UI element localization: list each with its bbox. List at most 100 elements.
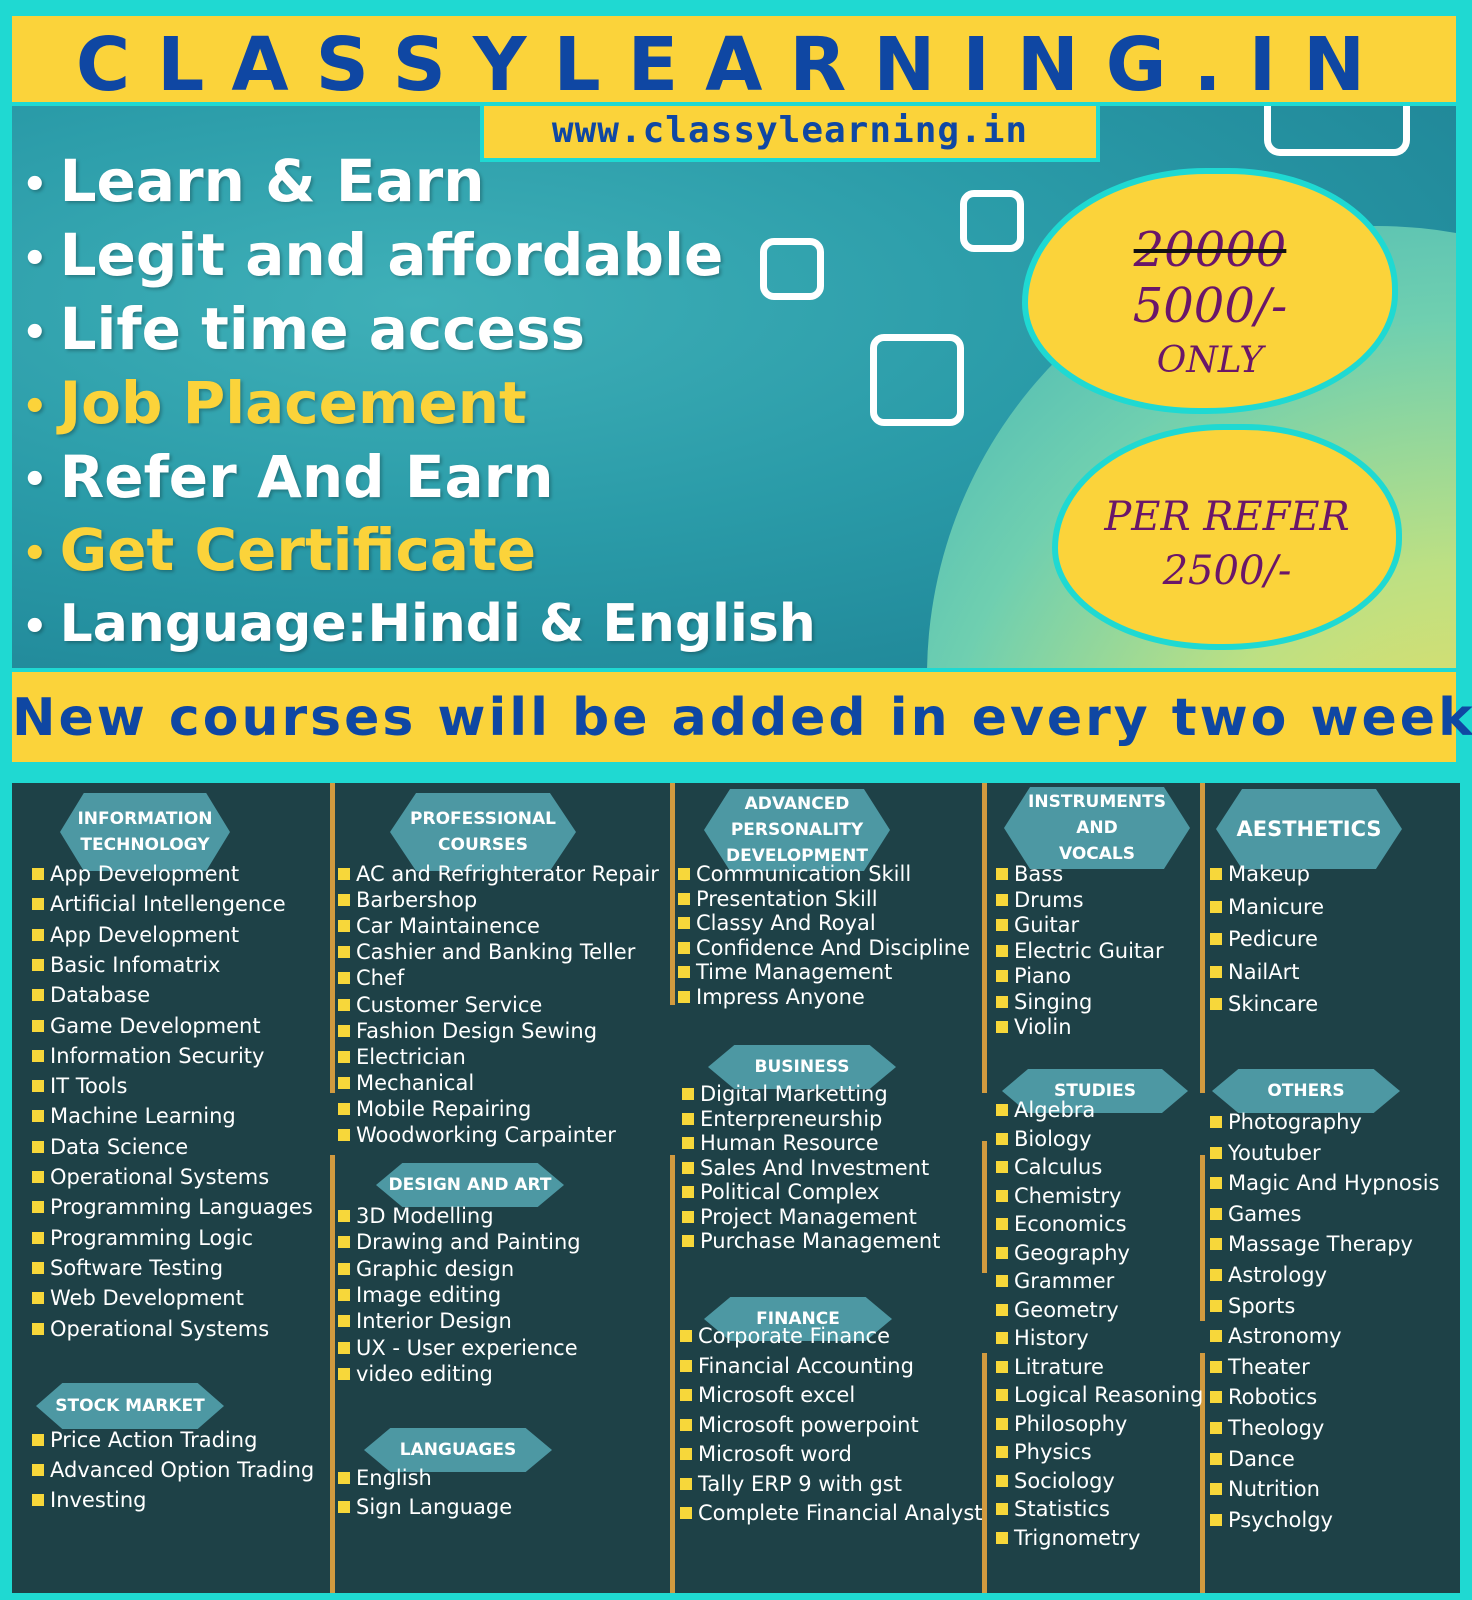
course-item[interactable]: Tally ERP 9 with gst bbox=[680, 1471, 902, 1497]
course-item[interactable]: Confidence And Discipline bbox=[678, 935, 970, 961]
course-item[interactable]: Robotics bbox=[1210, 1384, 1317, 1410]
website-link[interactable]: www.classylearning.in bbox=[552, 110, 1028, 151]
course-item[interactable]: Data Science bbox=[32, 1134, 188, 1160]
course-item[interactable]: Communication Skill bbox=[678, 861, 911, 887]
course-item[interactable]: Price Action Trading bbox=[32, 1427, 257, 1453]
course-item[interactable]: Algebra bbox=[996, 1097, 1095, 1123]
course-item[interactable]: Sign Language bbox=[338, 1494, 512, 1520]
course-item[interactable]: Web Development bbox=[32, 1285, 244, 1311]
course-item[interactable]: Time Management bbox=[678, 959, 892, 985]
course-item[interactable]: Mechanical bbox=[338, 1070, 474, 1096]
course-item[interactable]: App Development bbox=[32, 922, 239, 948]
course-item[interactable]: Advanced Option Trading bbox=[32, 1457, 314, 1483]
course-item[interactable]: Massage Therapy bbox=[1210, 1231, 1413, 1257]
course-item[interactable]: Economics bbox=[996, 1211, 1127, 1237]
course-item[interactable]: Theater bbox=[1210, 1354, 1310, 1380]
course-item[interactable]: Physics bbox=[996, 1439, 1092, 1465]
course-item[interactable]: Sales And Investment bbox=[682, 1155, 929, 1181]
course-item[interactable]: Project Management bbox=[682, 1204, 917, 1230]
course-item[interactable]: Dance bbox=[1210, 1446, 1295, 1472]
course-item[interactable]: Drawing and Painting bbox=[338, 1229, 581, 1255]
course-item[interactable]: Investing bbox=[32, 1487, 147, 1513]
course-item[interactable]: App Development bbox=[32, 861, 239, 887]
course-item[interactable]: Car Maintainence bbox=[338, 913, 540, 939]
course-item[interactable]: Youtuber bbox=[1210, 1140, 1321, 1166]
course-item[interactable]: Nutrition bbox=[1210, 1476, 1320, 1502]
course-item[interactable]: Electrician bbox=[338, 1044, 466, 1070]
course-item[interactable]: Machine Learning bbox=[32, 1103, 236, 1129]
course-item[interactable]: Astronomy bbox=[1210, 1323, 1342, 1349]
course-item[interactable]: Biology bbox=[996, 1126, 1092, 1152]
course-item[interactable]: Chef bbox=[338, 965, 404, 991]
course-item[interactable]: Microsoft excel bbox=[680, 1382, 855, 1408]
course-item[interactable]: Operational Systems bbox=[32, 1316, 269, 1342]
course-item[interactable]: Makeup bbox=[1210, 861, 1310, 887]
course-item[interactable]: Microsoft powerpoint bbox=[680, 1412, 919, 1438]
course-item[interactable]: Programming Logic bbox=[32, 1225, 253, 1251]
course-item[interactable]: Magic And Hypnosis bbox=[1210, 1170, 1439, 1196]
course-item[interactable]: Image editing bbox=[338, 1282, 501, 1308]
course-item[interactable]: video editing bbox=[338, 1361, 493, 1387]
course-item[interactable]: Skincare bbox=[1210, 991, 1318, 1017]
course-item[interactable]: Geography bbox=[996, 1240, 1130, 1266]
course-item[interactable]: Statistics bbox=[996, 1496, 1110, 1522]
course-item[interactable]: Microsoft word bbox=[680, 1441, 852, 1467]
course-item[interactable]: Political Complex bbox=[682, 1179, 880, 1205]
course-item[interactable]: Logical Reasoning bbox=[996, 1382, 1203, 1408]
course-item[interactable]: NailArt bbox=[1210, 959, 1299, 985]
course-item[interactable]: Drums bbox=[996, 887, 1084, 913]
course-item[interactable]: Classy And Royal bbox=[678, 910, 876, 936]
course-item[interactable]: Corporate Finance bbox=[680, 1323, 890, 1349]
course-item[interactable]: Photography bbox=[1210, 1109, 1362, 1135]
course-item[interactable]: Trignometry bbox=[996, 1525, 1140, 1551]
course-item[interactable]: Impress Anyone bbox=[678, 984, 865, 1010]
course-item[interactable]: Sociology bbox=[996, 1468, 1115, 1494]
course-item[interactable]: UX - User experience bbox=[338, 1335, 578, 1361]
course-item[interactable]: Electric Guitar bbox=[996, 938, 1164, 964]
course-item[interactable]: Database bbox=[32, 982, 150, 1008]
course-item[interactable]: IT Tools bbox=[32, 1073, 127, 1099]
course-item[interactable]: Software Testing bbox=[32, 1255, 223, 1281]
course-item[interactable]: Bass bbox=[996, 861, 1063, 887]
course-item[interactable]: Fashion Design Sewing bbox=[338, 1018, 597, 1044]
course-item[interactable]: Pedicure bbox=[1210, 926, 1318, 952]
course-item[interactable]: AC and Refrighterator Repair bbox=[338, 861, 659, 887]
course-item[interactable]: Financial Accounting bbox=[680, 1353, 914, 1379]
course-item[interactable]: Enterpreneurship bbox=[682, 1106, 882, 1132]
course-item[interactable]: Sports bbox=[1210, 1293, 1295, 1319]
course-item[interactable]: Calculus bbox=[996, 1154, 1102, 1180]
course-item[interactable]: English bbox=[338, 1465, 432, 1491]
course-item[interactable]: Interior Design bbox=[338, 1308, 512, 1334]
course-item[interactable]: Geometry bbox=[996, 1297, 1119, 1323]
course-item[interactable]: Graphic design bbox=[338, 1256, 514, 1282]
course-item[interactable]: Philosophy bbox=[996, 1411, 1127, 1437]
course-item[interactable]: Grammer bbox=[996, 1268, 1114, 1294]
course-item[interactable]: Customer Service bbox=[338, 992, 542, 1018]
course-item[interactable]: Theology bbox=[1210, 1415, 1324, 1441]
course-item[interactable]: Presentation Skill bbox=[678, 886, 878, 912]
course-item[interactable]: Cashier and Banking Teller bbox=[338, 939, 635, 965]
course-item[interactable]: Operational Systems bbox=[32, 1164, 269, 1190]
course-item[interactable]: Litrature bbox=[996, 1354, 1104, 1380]
course-item[interactable]: Information Security bbox=[32, 1043, 264, 1069]
course-item[interactable]: Artificial Intellengence bbox=[32, 891, 286, 917]
course-item[interactable]: Human Resource bbox=[682, 1130, 879, 1156]
course-item[interactable]: Mobile Repairing bbox=[338, 1096, 531, 1122]
course-item[interactable]: Game Development bbox=[32, 1013, 261, 1039]
course-item[interactable]: Barbershop bbox=[338, 887, 477, 913]
course-item[interactable]: Psycholgy bbox=[1210, 1507, 1333, 1533]
course-item[interactable]: Astrology bbox=[1210, 1262, 1327, 1288]
course-item[interactable]: Manicure bbox=[1210, 894, 1324, 920]
course-item[interactable]: Chemistry bbox=[996, 1183, 1121, 1209]
course-item[interactable]: Basic Infomatrix bbox=[32, 952, 220, 978]
course-item[interactable]: Woodworking Carpainter bbox=[338, 1122, 616, 1148]
course-item[interactable]: Purchase Management bbox=[682, 1228, 940, 1254]
course-item[interactable]: History bbox=[996, 1325, 1089, 1351]
course-item[interactable]: Violin bbox=[996, 1014, 1072, 1040]
course-item[interactable]: Complete Financial Analyst bbox=[680, 1500, 983, 1526]
course-item[interactable]: Singing bbox=[996, 989, 1092, 1015]
course-item[interactable]: Piano bbox=[996, 963, 1071, 989]
course-item[interactable]: Programming Languages bbox=[32, 1194, 313, 1220]
course-item[interactable]: 3D Modelling bbox=[338, 1203, 494, 1229]
course-item[interactable]: Guitar bbox=[996, 912, 1079, 938]
